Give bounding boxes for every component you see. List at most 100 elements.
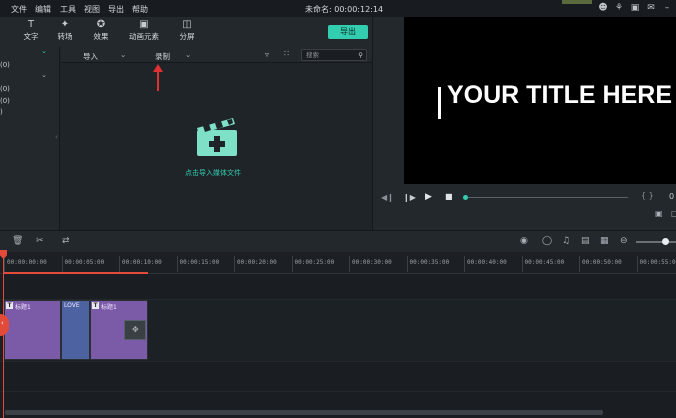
snapshot-icon[interactable]: ▣ (655, 209, 663, 218)
menu-bar: 文件 编辑 工具 视图 导出 帮助 未命名: 00:00:12:14 ☻ ⚘ ▣… (0, 0, 676, 17)
bracket-markers[interactable]: { } (641, 191, 654, 200)
cart-icon[interactable]: ⚘ (614, 3, 624, 13)
ruler-tick-label: 00:00:00:00 (7, 259, 47, 266)
grid-view-icon[interactable]: ∷ (284, 49, 289, 58)
ruler-tick-label: 00:00:25:00 (294, 259, 335, 266)
fullscreen-icon[interactable]: □ (671, 209, 676, 218)
menu-file[interactable]: 文件 (11, 4, 27, 15)
chevron-down-icon[interactable]: ⌄ (120, 50, 126, 59)
ruler-tick-label: 00:00:35:00 (409, 259, 450, 266)
clip-label: 标题1 (15, 304, 31, 311)
save-icon[interactable]: ▣ (630, 3, 640, 13)
search-placeholder: 搜索 (306, 51, 319, 59)
audio-mixer-icon[interactable]: ▤ (581, 236, 590, 246)
track-row[interactable] (0, 362, 676, 392)
tool-effects-label: 效果 (93, 32, 109, 41)
text-icon: T (27, 19, 35, 30)
export-button[interactable]: 导出 (328, 25, 368, 39)
track-row[interactable] (0, 274, 676, 300)
minimize-icon[interactable]: – (662, 3, 672, 13)
clapperboard-icon[interactable] (195, 112, 239, 158)
tool-text[interactable]: T 文字 (18, 19, 44, 42)
ruler-tick-line (521, 256, 523, 272)
ruler-tick-label: 00:00:40:00 (467, 259, 507, 266)
tool-split-screen[interactable]: ◫ 分屏 (174, 19, 200, 42)
tool-effects[interactable]: ✪ 效果 (88, 19, 114, 42)
ruler-tick-line (61, 256, 63, 272)
ruler-tick-line (176, 256, 178, 272)
library-count[interactable]: (0) (0, 97, 10, 105)
ruler-tick-line (579, 256, 580, 272)
time-readout: 0 (669, 192, 675, 201)
timeline-clip[interactable]: T 标题1 (4, 300, 61, 360)
ruler-tick-label: 00:00:10:00 (122, 259, 162, 266)
ruler-tick-line (349, 256, 350, 272)
menu-help[interactable]: 帮助 (132, 4, 148, 15)
library-count[interactable]: (0) (0, 61, 10, 69)
filter-icon[interactable]: ▿ (265, 50, 269, 59)
clip-label: LOVE (64, 302, 80, 309)
import-dropdown[interactable]: 导入 (83, 51, 98, 62)
step-back-icon[interactable]: ❙▶ (403, 193, 416, 202)
preview-title-text: YOUR TITLE HERE (447, 81, 673, 109)
transition-icon: ✦ (60, 19, 70, 30)
chevron-down-icon[interactable]: ⌄ (185, 50, 191, 59)
menu-edit[interactable]: 编辑 (35, 4, 51, 15)
ruler-tick-line (4, 256, 5, 272)
text-cursor (438, 87, 441, 119)
progress-track[interactable] (468, 197, 628, 198)
ruler-tick-label: 00:00:55:00 (639, 259, 676, 266)
search-icon[interactable]: ⚲ (358, 50, 363, 60)
media-library: 导入 ⌄ 录制 ⌄ ▿ ∷ 搜索 ⚲ 点击导入媒体文件 (61, 47, 372, 230)
title-clip-icon: T (6, 302, 13, 309)
library-count[interactable]: (0) (0, 85, 10, 93)
effects-icon: ✪ (96, 19, 106, 30)
chevron-down-icon[interactable]: ⌄ (41, 47, 47, 55)
chevron-left-icon: ‹ (1, 319, 4, 327)
search-input[interactable]: 搜索 ⚲ (301, 49, 367, 61)
level-meter (562, 0, 592, 4)
zoom-out-icon[interactable]: ⊖ (620, 236, 628, 246)
collapse-handle[interactable]: ‹ (55, 133, 58, 141)
chevron-down-icon[interactable]: ⌄ (41, 71, 47, 79)
split-screen-icon: ◫ (182, 19, 192, 30)
preview-screen[interactable]: YOUR TITLE HERE (404, 17, 676, 184)
stop-icon[interactable]: ■ (445, 192, 453, 201)
user-icon[interactable]: ☻ (598, 3, 608, 13)
voiceover-icon[interactable]: ▦ (600, 236, 609, 246)
ruler-tick-label: 00:00:50:00 (582, 259, 622, 266)
clip-label: 标题1 (101, 304, 117, 311)
tool-transition[interactable]: ✦ 转场 (52, 19, 78, 42)
menu-view[interactable]: 视图 (84, 4, 100, 15)
ruler-tick-line (234, 256, 235, 272)
menu-tools[interactable]: 工具 (60, 4, 76, 15)
timeline-ruler[interactable]: 00:00:00:00 00:00:05:00 00:00:10:00 00:00:1… (0, 252, 676, 274)
render-icon[interactable]: ◉ (520, 236, 528, 246)
play-icon[interactable]: ▶ (425, 192, 432, 202)
elements-icon: ▣ (139, 19, 149, 30)
marker-icon[interactable]: ◯ (542, 236, 552, 246)
mail-icon[interactable]: ✉ (646, 3, 656, 13)
ruler-tick-label: 00:00:05:00 (64, 259, 105, 266)
delete-icon[interactable]: 🗑 (12, 236, 23, 246)
microphone-icon[interactable]: ♫ (562, 236, 570, 246)
zoom-slider[interactable] (636, 241, 676, 243)
work-area-bar[interactable] (3, 272, 148, 274)
horizontal-scrollbar[interactable] (5, 410, 603, 415)
adjust-icon[interactable]: ⇄ (62, 236, 70, 246)
tool-transition-label: 转场 (57, 32, 73, 41)
library-count[interactable]: ) (0, 108, 3, 116)
clip-thumbnail[interactable]: ✥ (124, 320, 146, 340)
scissors-icon[interactable]: ✂ (36, 236, 44, 246)
project-title: 未命名: 00:00:12:14 (305, 5, 384, 14)
tool-split-screen-label: 分屏 (179, 32, 195, 41)
ruler-tick-line (636, 256, 638, 272)
import-media-hint[interactable]: 点击导入媒体文件 (185, 168, 241, 178)
tool-elements[interactable]: ▣ 动画元素 (124, 19, 164, 42)
zoom-slider-handle[interactable] (662, 238, 669, 245)
title-clip-icon: T (92, 302, 99, 309)
menu-export[interactable]: 导出 (108, 4, 124, 15)
timeline-clip[interactable]: LOVE (61, 300, 90, 360)
record-dropdown[interactable]: 录制 (155, 51, 170, 62)
prev-frame-icon[interactable]: ◀❙ (381, 193, 394, 202)
